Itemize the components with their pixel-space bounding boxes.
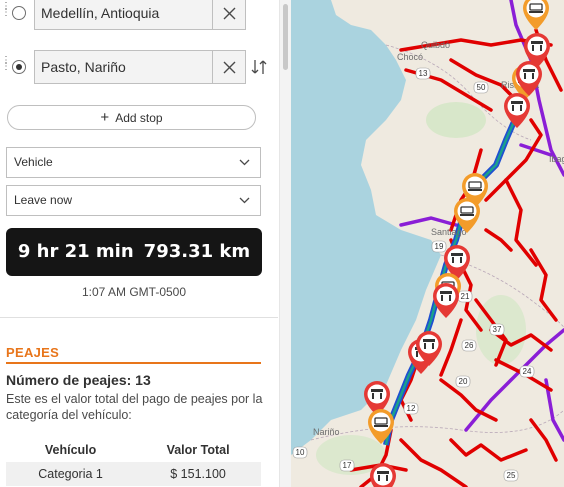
svg-text:10: 10 [296,448,305,457]
panel-scrollbar[interactable] [279,0,291,487]
tolls-section-title: PEAJES [6,345,60,360]
stop-radio-destination[interactable] [12,60,26,74]
destination-input[interactable]: Pasto, Nariño [34,50,213,84]
add-stop-button[interactable]: + Add stop [7,105,256,130]
svg-text:17: 17 [343,461,352,470]
svg-text:37: 37 [493,325,502,334]
table-header-row: Vehículo Valor Total [6,438,261,462]
chevron-down-icon [239,159,250,166]
road-shield-24: 24 [519,365,535,378]
basemap: Quibdó Chocó Risaralda Santiago Nariño I… [291,0,564,487]
road-shield-19: 19 [431,240,447,253]
svg-text:19: 19 [435,242,444,251]
place-label-quibdo: Quibdó [421,40,450,50]
place-label-santiago: Santiago [431,227,467,237]
chevron-down-icon [239,197,250,204]
origin-input[interactable]: Medellín, Antioquia [34,0,213,30]
svg-text:20: 20 [459,377,468,386]
clear-origin-button[interactable] [213,0,246,30]
road-shield-26: 26 [461,339,477,352]
place-label-ibague: Ibagué [549,154,564,164]
route-duration: 9 hr 21 min [17,241,134,262]
stop-row-destination: ⋮ ⋮ Pasto, Nariño [0,50,278,84]
directions-panel: ⋮ ⋮ Medellín, Antioquia ⋮ ⋮ Pasto, Nariño … [0,0,278,487]
road-shield-20: 20 [455,375,471,388]
arrival-time: 1:07 AM GMT-0500 [81,285,187,299]
table-row: Categoria 1 $ 151.100 [6,462,261,486]
departure-time-value: Leave now [14,193,73,207]
column-header-total: Valor Total [166,443,230,457]
vehicle-category-cell: Categoria 1 [6,462,136,486]
drag-handle-icon[interactable]: ⋮ ⋮ [1,56,11,72]
road-shield-50: 50 [473,81,489,94]
close-icon [223,7,236,20]
stop-row-origin: ⋮ ⋮ Medellín, Antioquia [0,0,278,30]
place-label-narino: Nariño [313,427,340,437]
map-view[interactable]: Quibdó Chocó Risaralda Santiago Nariño I… [291,0,564,487]
route-summary-banner: 9 hr 21 min 793.31 km [6,228,262,276]
section-divider [6,362,261,364]
road-shield-37: 37 [489,323,505,336]
toll-table: Vehículo Valor Total Categoria 1 $ 151.1… [6,438,261,486]
toll-count: Número de peajes: 13 [6,372,151,388]
stop-radio-origin[interactable] [12,6,26,20]
svg-text:50: 50 [477,83,486,92]
svg-text:13: 13 [419,69,428,78]
column-header-vehicle: Vehículo [44,443,97,457]
road-shield-13: 13 [415,67,431,80]
scrollbar-thumb[interactable] [283,4,288,70]
svg-text:26: 26 [465,341,474,350]
svg-text:24: 24 [523,367,532,376]
drag-handle-icon[interactable]: ⋮ ⋮ [1,2,11,18]
travel-mode-value: Vehicle [14,155,53,169]
place-label-choco: Chocó [397,52,423,62]
svg-text:21: 21 [461,292,470,301]
svg-text:25: 25 [507,471,516,480]
road-shield-10: 10 [292,446,308,459]
clear-destination-button[interactable] [213,50,246,84]
road-shield-17: 17 [339,459,355,472]
travel-mode-select[interactable]: Vehicle [6,147,261,178]
close-icon [223,61,236,74]
divider [0,317,278,318]
toll-description: Este es el valor total del pago de peaje… [6,392,263,422]
road-shield-21: 21 [457,290,473,303]
road-shield-12: 12 [403,402,419,415]
svg-text:12: 12 [407,404,416,413]
toll-total-cell: $ 151.100 [135,462,261,486]
park-area [426,102,486,138]
route-distance: 793.31 km [143,241,251,262]
add-stop-label: Add stop [115,111,163,125]
road-shield-25: 25 [503,469,519,482]
swap-stops-icon[interactable] [250,58,268,76]
plus-icon: + [100,109,110,126]
departure-time-select[interactable]: Leave now [6,185,261,216]
